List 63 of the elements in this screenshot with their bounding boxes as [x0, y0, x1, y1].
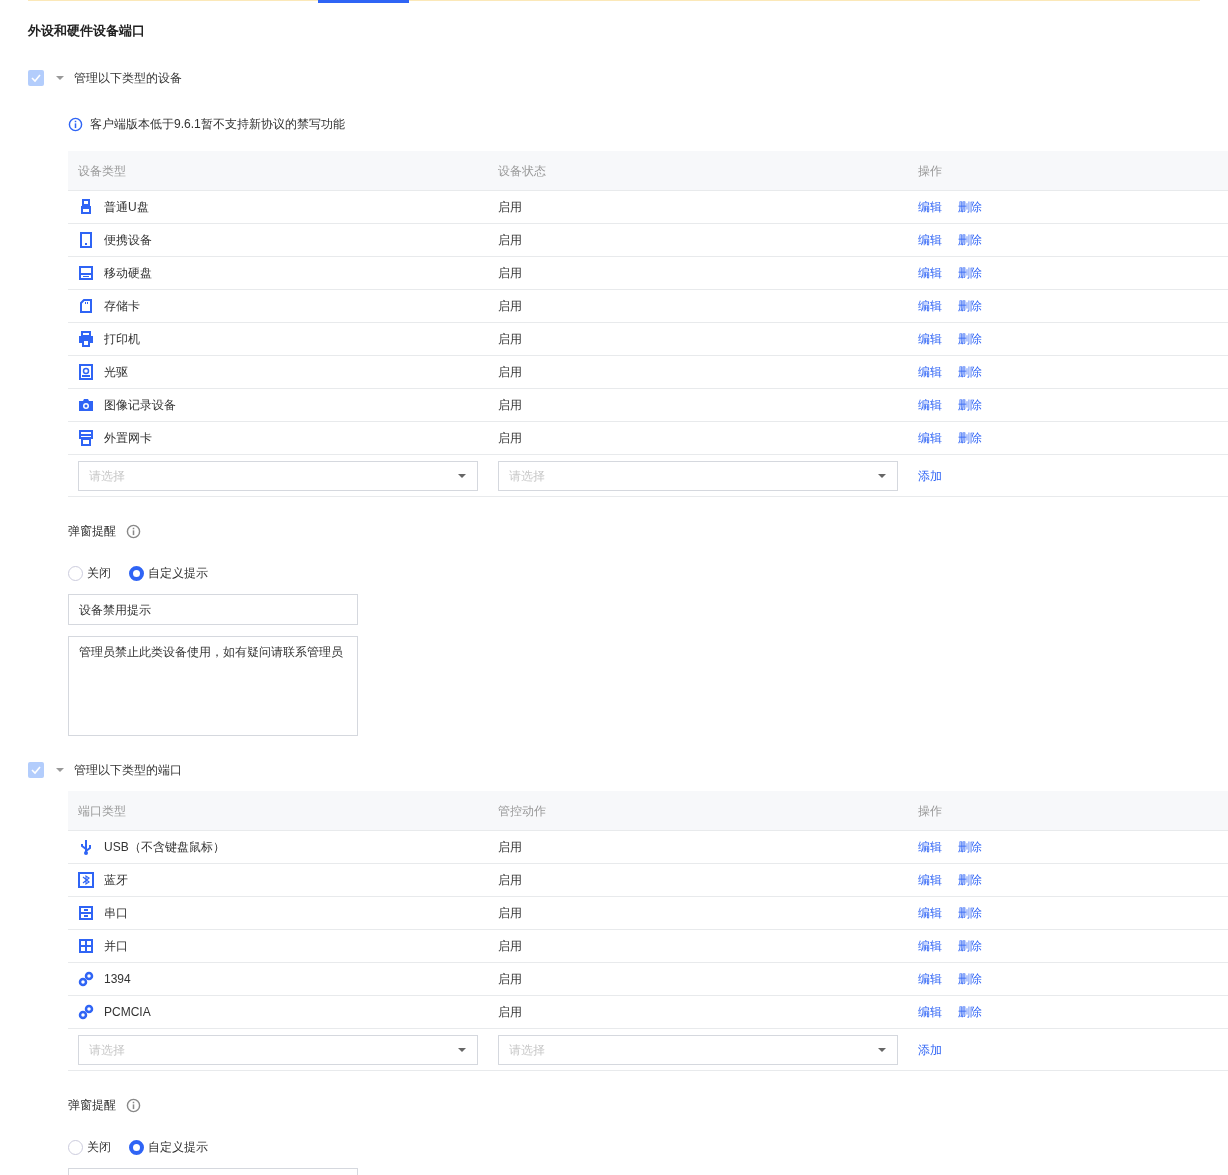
- column-header: 设备状态: [497, 162, 547, 180]
- table-cell: 启用: [498, 233, 522, 247]
- section-label: 管理以下类型的端口: [74, 762, 182, 779]
- table-cell-text: 串口: [104, 905, 128, 922]
- table-cell: 启用: [498, 873, 522, 887]
- table-cell-text: 存储卡: [104, 298, 140, 315]
- table-cell: 启用: [498, 365, 522, 379]
- checkmark-icon: [31, 73, 41, 83]
- radio-label: 关闭: [87, 1139, 111, 1156]
- table-cell-text: 移动硬盘: [104, 265, 152, 282]
- checkmark-icon: [31, 765, 41, 775]
- column-header: 设备类型: [77, 162, 127, 180]
- radio-label: 关闭: [87, 565, 111, 582]
- table-cell-text: 并口: [104, 938, 128, 955]
- table-cell: 启用: [498, 431, 522, 445]
- info-icon: [126, 523, 141, 539]
- column-header: 操作: [917, 802, 943, 820]
- parallel-port-icon: [78, 938, 94, 954]
- serial-port-icon: [78, 905, 94, 921]
- column-header: 操作: [917, 162, 943, 180]
- printer-icon: [78, 331, 94, 347]
- table-cell-text: 1394: [104, 971, 131, 988]
- table-cell-text: 打印机: [104, 331, 140, 348]
- table-cell-text: 图像记录设备: [104, 397, 176, 414]
- table-cell: 启用: [498, 939, 522, 953]
- radio-label: 自定义提示: [148, 1139, 208, 1156]
- usb-drive-icon: [78, 199, 94, 215]
- table-cell: 启用: [498, 200, 522, 214]
- field-label: 弹窗提醒: [68, 1097, 116, 1114]
- table-cell-text: 普通U盘: [104, 199, 149, 216]
- table-cell: 启用: [498, 299, 522, 313]
- table-cell-text: USB（不含键盘鼠标）: [104, 839, 225, 856]
- table-cell: 启用: [498, 1005, 522, 1019]
- radio-label: 自定义提示: [148, 565, 208, 582]
- table-cell-text: 蓝牙: [104, 872, 128, 889]
- disc-drive-icon: [78, 364, 94, 380]
- hard-drive-icon: [78, 265, 94, 281]
- table-cell-text: PCMCIA: [104, 1004, 151, 1021]
- memory-card-icon: [78, 298, 94, 314]
- info-icon: [126, 1097, 141, 1113]
- tablet-icon: [78, 232, 94, 248]
- table-cell: 启用: [498, 398, 522, 412]
- table-cell-text: 便携设备: [104, 232, 152, 249]
- table-cell: 启用: [498, 266, 522, 280]
- info-icon: [68, 116, 83, 132]
- camera-icon: [78, 397, 94, 413]
- table-cell: 启用: [498, 840, 522, 854]
- column-header: 管控动作: [497, 802, 547, 820]
- table-cell: 启用: [498, 906, 522, 920]
- table-cell: 启用: [498, 972, 522, 986]
- table-cell-text: 光驱: [104, 364, 128, 381]
- table-cell-text: 外置网卡: [104, 430, 152, 447]
- field-label: 弹窗提醒: [68, 523, 116, 540]
- section-title: 外设和硬件设备端口: [28, 22, 146, 40]
- link-icon: [78, 971, 94, 987]
- usb-icon: [78, 839, 94, 855]
- bluetooth-icon: [78, 872, 94, 888]
- link-icon: [78, 1004, 94, 1020]
- section-label: 管理以下类型的设备: [74, 70, 182, 87]
- column-header: 端口类型: [77, 802, 127, 820]
- table-cell: 启用: [498, 332, 522, 346]
- notice-text: 客户端版本低于9.6.1暂不支持新协议的禁写功能: [90, 116, 345, 133]
- network-card-icon: [78, 430, 94, 446]
